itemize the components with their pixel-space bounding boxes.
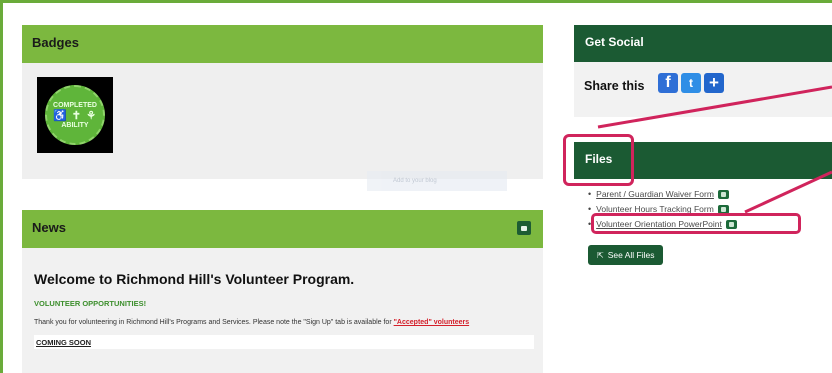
see-all-files-button[interactable]: ⇱ See All Files xyxy=(588,245,664,265)
add-share-icon[interactable]: + xyxy=(704,73,724,93)
social-panel: Share this f t + xyxy=(574,62,832,117)
badges-header: Badges xyxy=(22,25,543,63)
file-item: • Parent / Guardian Waiver Form xyxy=(588,189,832,199)
file-link-waiver[interactable]: Parent / Guardian Waiver Form xyxy=(596,189,714,199)
badges-title: Badges xyxy=(32,35,79,50)
badge-top-text: COMPLETED xyxy=(53,101,97,109)
news-headline: Welcome to Richmond Hill's Volunteer Pro… xyxy=(34,271,355,287)
share-this-label: Share this xyxy=(584,79,645,93)
badge-seal-icon: COMPLETED ♿ ✝ ⚘ ABILITY xyxy=(45,85,105,145)
file-download-icon[interactable] xyxy=(717,189,729,199)
tracking-form-highlight-box xyxy=(591,213,801,234)
coming-soon-label: COMING SOON xyxy=(34,335,534,349)
news-header: News xyxy=(22,210,543,248)
facebook-icon[interactable]: f xyxy=(658,73,678,93)
lock-icon[interactable] xyxy=(517,221,531,235)
add-to-blog-button[interactable]: Add to your blog xyxy=(367,171,507,191)
badges-panel: COMPLETED ♿ ✝ ⚘ ABILITY Add to your blog xyxy=(22,63,543,191)
left-column: Badges COMPLETED ♿ ✝ ⚘ ABILITY Add to yo… xyxy=(22,25,543,373)
badge-image[interactable]: COMPLETED ♿ ✝ ⚘ ABILITY xyxy=(37,77,113,153)
get-social-header: Get Social xyxy=(574,25,832,62)
news-panel: Welcome to Richmond Hill's Volunteer Pro… xyxy=(22,248,543,373)
external-link-icon: ⇱ xyxy=(597,251,604,260)
news-body-copy: Thank you for volunteering in Richmond H… xyxy=(34,319,394,326)
twitter-icon[interactable]: t xyxy=(681,73,701,93)
badge-glyphs: ♿ ✝ ⚘ xyxy=(53,109,97,122)
accepted-volunteers-link[interactable]: "Accepted" volunteers xyxy=(394,319,470,326)
news-body-text: Thank you for volunteering in Richmond H… xyxy=(34,318,524,328)
see-all-files-label: See All Files xyxy=(607,250,655,260)
news-title: News xyxy=(32,220,66,235)
get-social-title: Get Social xyxy=(585,35,644,49)
files-highlight-box xyxy=(563,134,634,186)
volunteer-opportunities-label: VOLUNTEER OPPORTUNITIES! xyxy=(34,299,147,308)
badge-bottom-text: ABILITY xyxy=(61,121,89,129)
